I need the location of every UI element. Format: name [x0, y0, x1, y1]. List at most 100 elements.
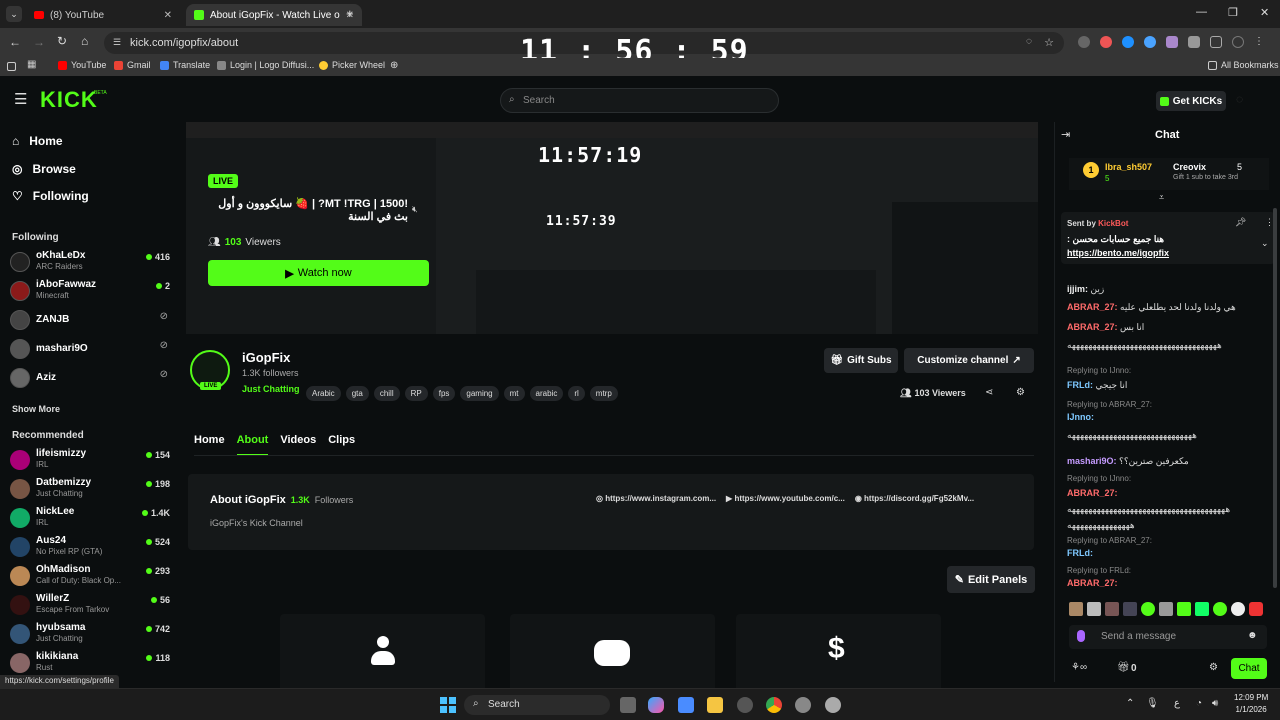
edit-panels-button[interactable]: ✎ Edit Panels [947, 566, 1035, 593]
emote-icon[interactable] [1069, 602, 1083, 616]
extension-icon[interactable] [1166, 36, 1178, 48]
site-info-icon[interactable]: ☰ [113, 37, 121, 48]
collapse-chat-icon[interactable]: ⇥ [1061, 128, 1070, 141]
kick-logo[interactable]: KICK [40, 87, 98, 113]
eye-off-icon[interactable]: ◌ [1026, 36, 1032, 47]
sidebar-channel[interactable]: oKhaLeDx ARC Raiders 416 [10, 250, 170, 276]
chat-username[interactable]: mashari9O: [1067, 456, 1117, 466]
emote-icon[interactable] [1105, 602, 1119, 616]
emote-icon[interactable] [1231, 602, 1245, 616]
chat-username[interactable]: ijjim: [1067, 284, 1088, 294]
mic-tray-icon[interactable]: 🎙︎ [1146, 698, 1159, 709]
forward-icon[interactable]: → [33, 35, 45, 49]
app-icon[interactable] [795, 697, 811, 713]
apps-icon[interactable]: ▦ [27, 59, 36, 70]
user-settings-icon[interactable]: ⚙︎ [1016, 387, 1025, 398]
taskbar-clock[interactable]: 12:09 PM 1/1/2026 [1234, 692, 1268, 716]
channel-tag[interactable]: Arabic [306, 386, 341, 401]
bookmark-login[interactable]: Login | Logo Diffusi... [217, 60, 314, 70]
social-link-instagram[interactable]: ◎ https://www.instagram.com... [596, 494, 716, 503]
pin-icon[interactable]: 📌︎ [1235, 217, 1246, 228]
extension-icon[interactable] [1100, 36, 1112, 48]
volume-icon[interactable]: 🔊︎ [1212, 698, 1218, 709]
avatar[interactable] [1232, 36, 1244, 48]
social-link-youtube[interactable]: ▶ https://www.youtube.com/c... [726, 494, 845, 503]
chat-username[interactable]: ABRAR_27: [1067, 488, 1118, 498]
tab-videos[interactable]: Videos [280, 434, 316, 456]
chat-settings-icon[interactable]: ⚙︎ [1209, 662, 1218, 673]
channel-tag[interactable]: gaming [460, 386, 499, 401]
tab-kick[interactable]: About iGopFix - Watch Live on ✕ [186, 4, 362, 26]
chat-username[interactable]: FRLd: [1067, 380, 1093, 390]
mic-icon[interactable] [1077, 630, 1085, 642]
reload-icon[interactable]: ↻ [57, 34, 67, 48]
pinned-link[interactable]: https://bento.me/igopfix [1067, 248, 1169, 258]
bookmark-icon[interactable] [7, 62, 16, 71]
windows-start-icon[interactable] [440, 697, 456, 713]
watch-now-button[interactable]: ▶ Watch now [208, 260, 429, 286]
taskbar-search[interactable]: ⌕ Search [464, 695, 610, 715]
chat-reply-context[interactable]: Replying to FRLd: [1067, 566, 1131, 575]
tab-about[interactable]: About [236, 434, 269, 456]
mute-icon[interactable]: 🔇︎ [412, 204, 418, 215]
gift-subs-button[interactable]: 🎁︎ Gift Subs [824, 348, 898, 373]
share-icon[interactable]: ⋖ [985, 387, 993, 398]
language-icon[interactable]: ع [1174, 698, 1180, 709]
chevron-down-icon[interactable]: ⌄ [1261, 238, 1269, 249]
chat-reply-context[interactable]: Replying to IJnno: [1067, 366, 1131, 375]
window-close-button[interactable]: ✕ [1260, 6, 1269, 19]
chat-reply-context[interactable]: Replying to ABRAR_27: [1067, 400, 1152, 409]
channel-category[interactable]: Just Chatting [242, 384, 300, 394]
gift-count-icon[interactable]: 🎁︎ [1117, 662, 1130, 673]
get-kicks-button[interactable]: Get KICKs [1156, 91, 1226, 111]
show-more-link[interactable]: Show More [12, 404, 60, 414]
channel-tag[interactable]: mt [503, 386, 525, 401]
emote-icon[interactable] [1249, 602, 1263, 616]
sidebar-recommended-channel[interactable]: hyubsama Just Chatting 742 [10, 622, 170, 648]
emote-icon[interactable] [1213, 602, 1227, 616]
menu-icon[interactable]: ⋮ [1254, 36, 1264, 50]
taskview-icon[interactable] [620, 697, 636, 713]
settings-app-icon[interactable] [737, 697, 753, 713]
chrome-icon[interactable] [766, 697, 782, 713]
sidebar-channel[interactable]: mashari9O ⊘ [10, 337, 170, 363]
channel-name[interactable]: iGopFix [242, 350, 290, 365]
sidebar-channel[interactable]: Aziz ⊘ [10, 366, 170, 392]
video-player[interactable]: 11:57:19 11:57:39 LIVE !MT !TRG | 1500? … [186, 122, 1038, 334]
channel-tag[interactable]: mtrp [589, 386, 618, 401]
copilot-icon[interactable] [648, 697, 664, 713]
chat-send-button[interactable]: Chat [1231, 658, 1267, 679]
chat-input[interactable]: Send a message ☻ [1069, 625, 1267, 649]
channel-tag[interactable]: gta [345, 386, 369, 401]
chat-username[interactable]: ABRAR_27: [1067, 302, 1118, 312]
sidebar-channel[interactable]: iAboFawwaz Minecraft 2 [10, 279, 170, 305]
puzzle-icon[interactable] [1188, 36, 1200, 48]
tab-home[interactable]: Home [194, 434, 225, 456]
home-button-icon[interactable]: ⌂ [81, 34, 88, 48]
chat-scrollbar[interactable] [1273, 208, 1277, 588]
new-tab-button[interactable]: + [346, 6, 354, 21]
extension-icon[interactable] [1122, 36, 1134, 48]
chat-username[interactable]: FRLd: [1067, 548, 1093, 558]
sidebar-recommended-channel[interactable]: WillerZ Escape From Tarkov 56 [10, 593, 170, 619]
close-icon[interactable]: ✕ [164, 10, 172, 21]
wifi-icon[interactable]: ◔ [1196, 698, 1202, 709]
tray-chevron-icon[interactable]: ⌃ [1126, 698, 1134, 709]
back-icon[interactable]: ← [9, 35, 21, 49]
extension-icon[interactable] [1078, 36, 1090, 48]
emote-icon[interactable] [1177, 602, 1191, 616]
channel-tag[interactable]: rl [568, 386, 585, 401]
bookmark-picker-wheel[interactable]: Picker Wheel [319, 60, 385, 70]
maximize-button[interactable]: ❐ [1228, 6, 1238, 19]
sidebar-item-browse[interactable]: ◎ Browse [12, 162, 76, 176]
tab-youtube[interactable]: (8) YouTube ✕ [26, 4, 180, 26]
minimize-button[interactable]: — [1196, 6, 1207, 18]
emoji-icon[interactable]: ☻ [1247, 630, 1258, 641]
file-explorer-icon[interactable] [707, 697, 723, 713]
customize-channel-button[interactable]: Customize channel ↗ [904, 348, 1034, 373]
hamburger-icon[interactable]: ☰ [14, 90, 27, 108]
tab-clips[interactable]: Clips [328, 434, 355, 456]
globe-icon[interactable]: ⊕ [390, 60, 398, 71]
channel-tag[interactable]: arabic [529, 386, 564, 401]
tab-search-button[interactable]: ⌄ [6, 6, 22, 22]
